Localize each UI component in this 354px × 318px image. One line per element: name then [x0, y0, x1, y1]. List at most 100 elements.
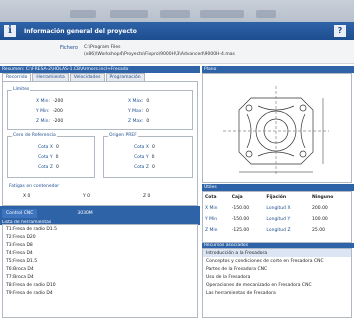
fatiga-z: Z 0 — [143, 194, 151, 199]
zmin-value: -200 — [53, 119, 64, 124]
cero-referencia-label: Cero de Referencia — [12, 133, 57, 138]
cero-z-label: Cota Z — [38, 165, 53, 170]
cell: Longitud X — [266, 206, 291, 211]
utiles-header: Útiles — [202, 184, 354, 191]
zmax-label: Z Max: — [128, 119, 144, 124]
ymin-label: Y Min: — [36, 109, 50, 114]
recursos-list: Introducción a la Fresadora Conceptos y … — [202, 248, 352, 318]
cell: Y Min — [205, 217, 218, 222]
fatiga-y: Y 0 — [83, 194, 91, 199]
resumen-panel: Límites X Min: -200 Y Min: -200 Z Min: -200… — [2, 81, 198, 206]
col-ninguno: Ninguno — [312, 195, 334, 200]
herramientas-list: T1:Fresa de radio D1.5 T2:Fresa D20 T3:F… — [2, 224, 198, 318]
plano-header: Plano — [202, 66, 354, 73]
control-cnc-label[interactable]: Control CNC — [2, 208, 38, 218]
zmin-label: Z Min: — [36, 119, 51, 124]
tab-recorrido[interactable]: Recorrido — [2, 73, 32, 81]
list-item[interactable]: T4:Fresa D4 — [3, 249, 197, 257]
tab-programacion[interactable]: Programación — [105, 73, 145, 81]
part-drawing — [223, 86, 329, 174]
cell: Longitud Y — [266, 217, 291, 222]
xmin-value: -200 — [53, 99, 64, 104]
ymin-value: -200 — [52, 109, 63, 114]
origen-x-value: 0 — [151, 145, 155, 150]
zmax-value: 0 — [146, 119, 150, 124]
ymax-label: Y Max: — [128, 109, 143, 114]
tab-herramienta[interactable]: Herramienta — [32, 73, 69, 81]
origen-pref-group: Origen PREF Cota X0 Cota Y0 Cota Z0 — [103, 133, 193, 178]
list-item[interactable]: T8:Fresa de radio D10 — [3, 281, 197, 289]
table-row: Z Min -125.00 Longitud Z 25.00 — [203, 225, 351, 236]
window-titlebar: i Información general del proyecto ? — [0, 22, 354, 40]
cell: X Min — [205, 206, 218, 211]
cell: Z Min — [205, 228, 218, 233]
list-item[interactable]: T2:Fresa D20 — [3, 233, 197, 241]
resumen-tabs: Recorrido Herramienta Velocidades Progra… — [2, 73, 198, 81]
cell: -150.00 — [231, 206, 250, 211]
blurred-content — [70, 10, 96, 18]
window-title: Información general del proyecto — [24, 27, 137, 35]
col-fijacion: Fijación — [266, 195, 287, 200]
fatiga-x: X 0 — [23, 194, 31, 199]
help-button[interactable]: ? — [334, 25, 346, 37]
origen-x-label: Cota X — [134, 145, 149, 150]
file-info: Fichero C:\Program Files (x86)\Workshop4… — [0, 40, 354, 64]
xmax-label: X Max: — [128, 99, 144, 104]
blurred-content — [110, 10, 148, 18]
background-app-strip — [0, 0, 354, 22]
origen-z-value: 0 — [151, 165, 155, 170]
cell: -125.00 — [231, 228, 250, 233]
list-item[interactable]: Partes de la Fresadora CNC — [203, 265, 351, 273]
xmax-value: 0 — [146, 99, 150, 104]
cero-y-label: Cota Y — [38, 155, 53, 160]
list-item[interactable]: Uso de la Fresadora — [203, 273, 351, 281]
blurred-content — [200, 10, 244, 18]
list-item[interactable]: T7:Broca D4 — [3, 273, 197, 281]
utiles-table: Cota Caja Fijación Ninguno X Min -150.00… — [203, 192, 351, 236]
fatigas-label: Fatigas en contenedor — [9, 184, 60, 189]
cell: 200.00 — [312, 206, 328, 211]
origen-y-value: 0 — [151, 155, 155, 160]
list-item[interactable]: Introducción a la Fresadora — [203, 249, 351, 257]
origen-pref-label: Origen PREF — [108, 133, 138, 138]
list-item[interactable]: Operaciones de mecanizado en Fresadora C… — [203, 281, 351, 289]
limites-group: Límites X Min: -200 Y Min: -200 Z Min: -200… — [7, 87, 193, 130]
cero-x-label: Cota X — [38, 145, 53, 150]
file-label: Fichero — [60, 45, 78, 51]
cell: -150.00 — [231, 217, 250, 222]
file-path-line2: (x86)\Workshop4\Proyecto\Fixpro\9000H\3\… — [84, 52, 235, 57]
list-item[interactable]: T3:Fresa D8 — [3, 241, 197, 249]
plano-panel — [202, 73, 352, 183]
tab-velocidades[interactable]: Velocidades — [69, 73, 105, 81]
cell: 25.00 — [312, 228, 325, 233]
col-cota: Cota — [205, 195, 217, 200]
ymax-value: 0 — [146, 109, 149, 114]
cero-referencia-group: Cero de Referencia Cota X0 Cota Y0 Cota … — [7, 133, 95, 178]
col-caja: Caja — [231, 195, 243, 200]
origen-y-label: Cota Y — [134, 155, 149, 160]
list-item[interactable]: Las herramientas de Fresadora — [203, 289, 351, 297]
table-row: Y Min -150.00 Longitud Y 100.00 — [203, 214, 351, 225]
blurred-content — [160, 10, 190, 18]
list-item[interactable]: T9:Fresa de radio D4 — [3, 289, 197, 297]
utiles-panel: Cota Caja Fijación Ninguno X Min -150.00… — [202, 191, 352, 243]
cero-x-value: 0 — [55, 145, 59, 150]
cero-y-value: 0 — [55, 155, 59, 160]
list-item[interactable]: Conceptos y condiciones de corte en Fres… — [203, 257, 351, 265]
control-cnc-bar: Control CNC 3030M — [0, 206, 200, 220]
cero-z-value: 0 — [55, 165, 59, 170]
control-cnc-value: 3030M — [77, 210, 93, 216]
cell: 100.00 — [312, 217, 328, 222]
limites-label: Límites — [12, 87, 31, 92]
resumen-header: Resumen: C:\FRESA-2\HOLAS-1.CB\Armors.in… — [0, 66, 200, 73]
origen-z-label: Cota Z — [134, 165, 149, 170]
info-icon: i — [4, 25, 16, 37]
xmin-label: X Min: — [36, 99, 51, 104]
list-item[interactable]: T1:Fresa de radio D1.5 — [3, 225, 197, 233]
list-item[interactable]: T5:Fresa D1.5 — [3, 257, 197, 265]
table-row: X Min -150.00 Longitud X 200.00 — [203, 203, 351, 214]
blurred-content — [256, 10, 276, 18]
cell: Longitud Z — [266, 228, 291, 233]
file-path-line1: C:\Program Files — [84, 45, 121, 50]
list-item[interactable]: T6:Broca D4 — [3, 265, 197, 273]
